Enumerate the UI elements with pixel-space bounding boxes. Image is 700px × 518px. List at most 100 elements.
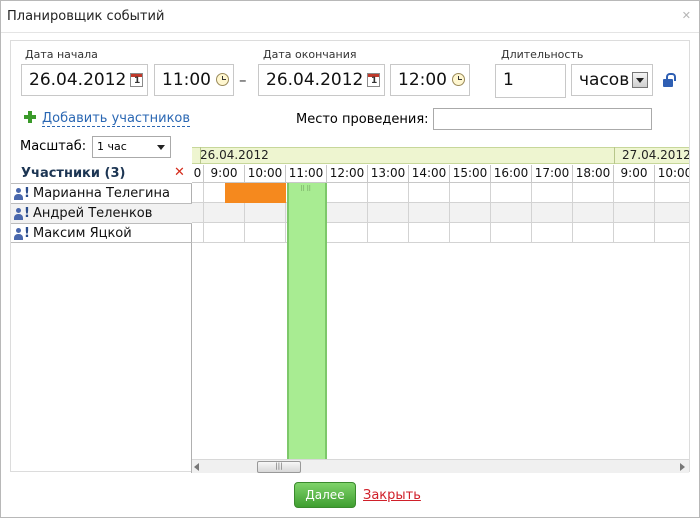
participant-row[interactable]: ! Максим Яцкой <box>11 223 192 243</box>
date-divider <box>614 147 615 164</box>
horizontal-scrollbar[interactable]: ||| <box>192 459 689 473</box>
next-button[interactable]: Далее <box>294 482 356 508</box>
timeline-cell[interactable] <box>245 223 286 243</box>
hour-label: 9:00 <box>614 165 655 183</box>
hour-label: 9:00 <box>204 165 245 183</box>
person-icon <box>14 188 23 200</box>
timeline-cell[interactable] <box>655 203 689 223</box>
required-marker: ! <box>24 226 30 241</box>
scroll-left-icon[interactable] <box>194 463 199 471</box>
timeline-cell[interactable] <box>573 203 614 223</box>
timeline-cell[interactable] <box>368 203 409 223</box>
timeline-cell[interactable] <box>655 183 689 203</box>
start-date-field[interactable]: 26.04.2012 1 <box>21 64 148 96</box>
timeline-cell[interactable] <box>614 223 655 243</box>
hour-label: 14:00 <box>409 165 450 183</box>
timeline-cell[interactable] <box>532 203 573 223</box>
participant-name: Андрей Теленков <box>33 206 153 221</box>
timeline-cell[interactable] <box>204 223 245 243</box>
timeline-cell[interactable] <box>327 203 368 223</box>
participants-list: ! Марианна Телегина ! Андрей Теленков ! … <box>11 183 192 473</box>
place-input[interactable] <box>433 108 652 130</box>
timeline-cell[interactable] <box>327 223 368 243</box>
participant-name: Максим Яцкой <box>33 226 132 241</box>
timeline-cell[interactable] <box>327 183 368 203</box>
selected-event-range[interactable]: ⠿⠿ <box>287 183 327 459</box>
date-header: 27.04.2012 <box>614 147 689 164</box>
person-icon <box>14 208 23 220</box>
timeline-cell[interactable] <box>532 223 573 243</box>
scroll-thumb[interactable]: ||| <box>257 461 301 473</box>
dialog-title: Планировщик событий <box>7 9 165 24</box>
date-divider <box>200 147 201 164</box>
participant-row[interactable]: ! Марианна Телегина <box>11 183 192 203</box>
timeline-cell[interactable] <box>192 183 204 203</box>
end-date-label: Дата окончания <box>263 48 357 61</box>
required-marker: ! <box>24 206 30 221</box>
close-icon[interactable]: ✕ <box>682 9 691 22</box>
end-date-value: 26.04.2012 <box>266 70 364 90</box>
range-separator: – <box>239 71 247 89</box>
hour-label: 13:00 <box>368 165 409 183</box>
unlock-icon[interactable] <box>663 73 676 87</box>
person-icon <box>14 228 23 240</box>
plus-icon[interactable] <box>24 111 36 123</box>
title-bar: Планировщик событий ✕ <box>1 1 699 33</box>
timeline-cell[interactable] <box>192 203 204 223</box>
timeline-cell[interactable] <box>409 183 450 203</box>
required-marker: ! <box>24 186 30 201</box>
start-date-label: Дата начала <box>25 48 98 61</box>
timeline-cell[interactable] <box>192 223 204 243</box>
scale-label: Масштаб: <box>20 139 87 154</box>
calendar-icon[interactable]: 1 <box>367 73 380 87</box>
delete-icon[interactable]: ✕ <box>174 166 185 179</box>
duration-input[interactable]: 1 <box>495 64 566 98</box>
timeline-cell[interactable] <box>450 203 491 223</box>
timeline-cell[interactable] <box>245 203 286 223</box>
timeline-cell[interactable] <box>204 203 245 223</box>
duration-unit-select[interactable]: часов <box>571 64 653 96</box>
start-time-field[interactable]: 11:00 <box>154 64 234 96</box>
hour-label: 0 <box>192 165 204 183</box>
duration-unit-value: часов <box>579 70 630 90</box>
scroll-right-icon[interactable] <box>680 463 685 471</box>
timeline-cell[interactable] <box>655 223 689 243</box>
participant-row[interactable]: ! Андрей Теленков <box>11 203 192 223</box>
timeline-cell[interactable] <box>450 183 491 203</box>
timeline-cell[interactable] <box>532 183 573 203</box>
timeline-cell[interactable] <box>573 223 614 243</box>
add-participants-link[interactable]: Добавить участников <box>42 111 191 127</box>
participant-name: Марианна Телегина <box>33 186 170 201</box>
hour-label: 16:00 <box>491 165 532 183</box>
busy-block <box>224 183 286 203</box>
timeline-grid: 26.04.2012 27.04.2012 0 9:00 10:00 11:00 12:… <box>192 147 689 473</box>
end-time-field[interactable]: 12:00 <box>390 64 470 96</box>
chevron-down-icon[interactable] <box>632 72 648 88</box>
timeline-cell[interactable] <box>491 223 532 243</box>
participants-header: Участники (3) <box>21 166 126 181</box>
timeline-cell[interactable] <box>368 183 409 203</box>
timeline-cell[interactable] <box>573 183 614 203</box>
end-time-value: 12:00 <box>398 70 447 90</box>
clock-icon[interactable] <box>452 73 465 86</box>
timeline-cell[interactable] <box>491 203 532 223</box>
timeline-cell[interactable] <box>450 223 491 243</box>
hour-label: 10:00 <box>655 165 689 183</box>
timeline-cell[interactable] <box>491 183 532 203</box>
hour-label: 17:00 <box>532 165 573 183</box>
hour-label: 18:00 <box>573 165 614 183</box>
event-planner-dialog: Планировщик событий ✕ Дата начала 26.04.… <box>0 0 700 518</box>
close-link[interactable]: Закрыть <box>363 488 421 503</box>
hour-label: 11:00 <box>286 165 327 183</box>
drag-handle-icon[interactable]: ⠿⠿ <box>300 186 312 193</box>
clock-icon[interactable] <box>216 73 229 86</box>
end-date-field[interactable]: 26.04.2012 1 <box>258 64 385 96</box>
timeline-cell[interactable] <box>409 223 450 243</box>
timeline-cell[interactable] <box>614 203 655 223</box>
timeline-cell[interactable] <box>409 203 450 223</box>
scale-select[interactable]: 1 час <box>92 136 171 158</box>
duration-label: Длительность <box>501 48 584 61</box>
timeline-cell[interactable] <box>614 183 655 203</box>
calendar-icon[interactable]: 1 <box>130 73 143 87</box>
timeline-cell[interactable] <box>368 223 409 243</box>
